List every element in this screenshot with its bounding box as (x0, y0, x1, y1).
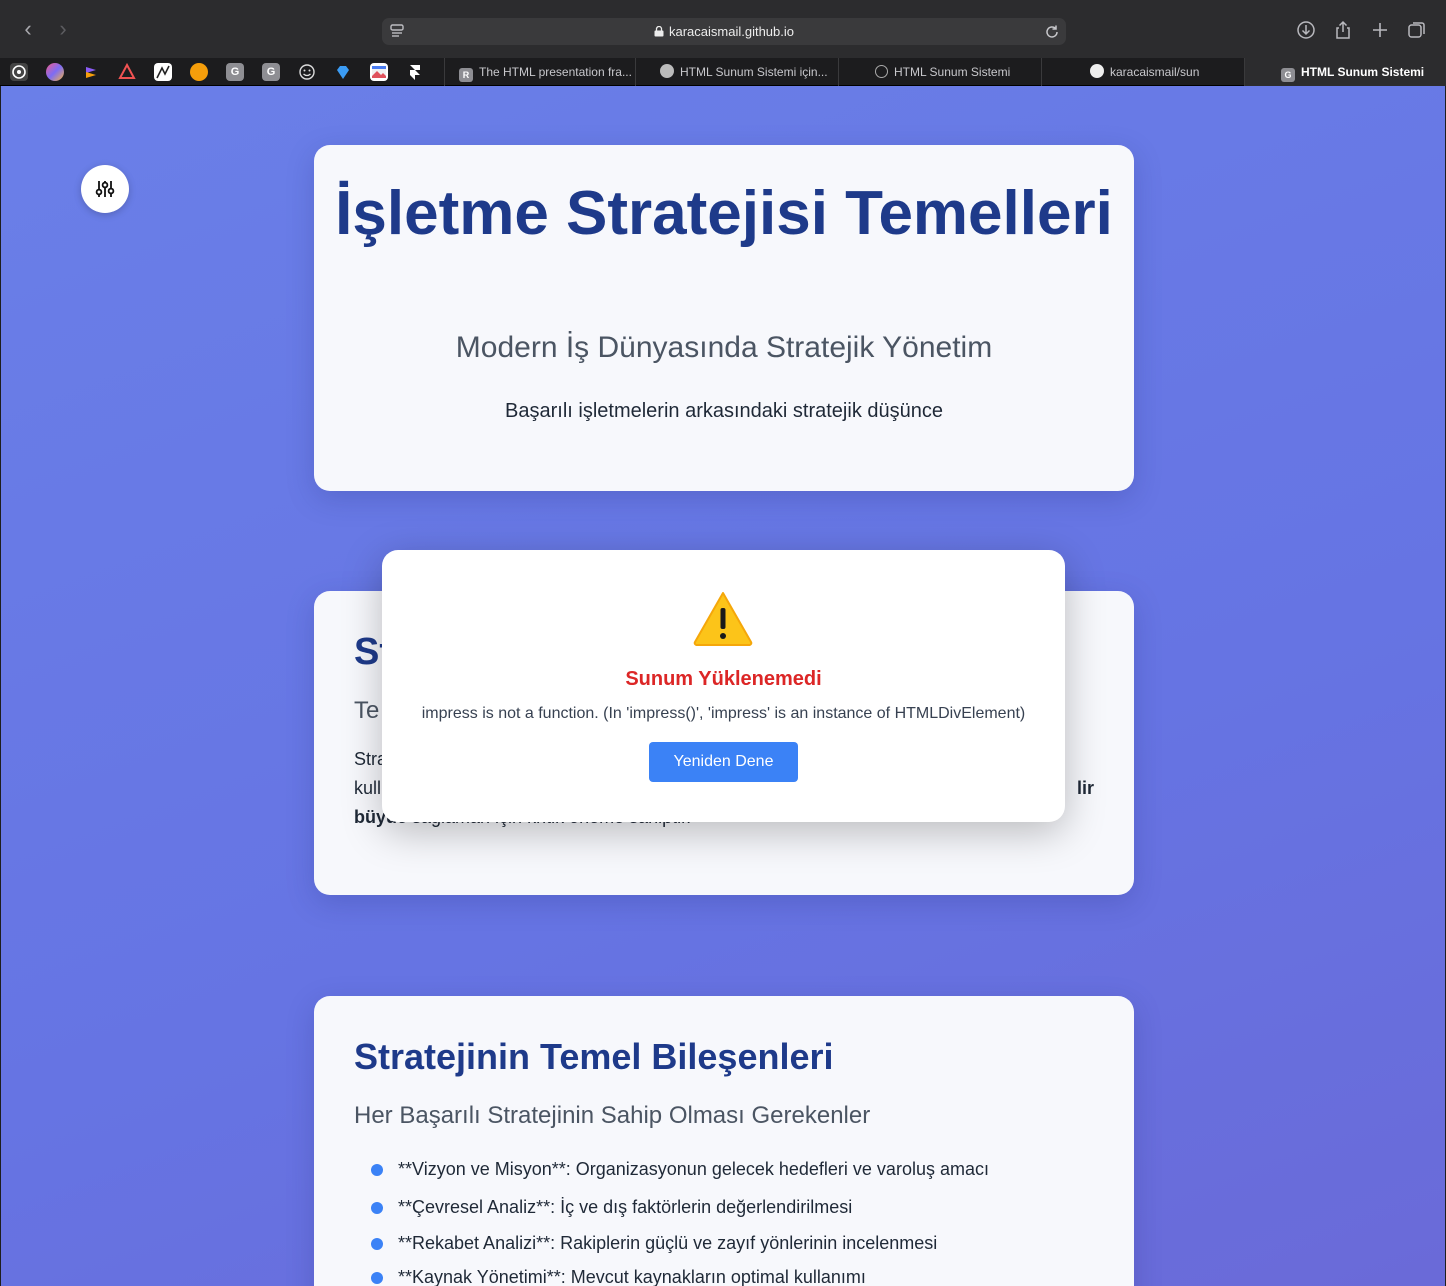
component-list: **Vizyon ve Misyon**: Organizasyonun gel… (354, 1158, 989, 1286)
slide-description: Başarılı işletmelerin arkasındaki strate… (505, 400, 943, 422)
pinned-tab-g-icon[interactable]: G (262, 63, 280, 81)
tab-github-repo[interactable]: karacaismail/sun (1041, 58, 1244, 86)
bullet-icon (371, 1202, 383, 1214)
slide-title: Stratejinin Temel Bileşenleri (354, 1036, 834, 1077)
tab-bar: G G R The HTML presentation fra... HTML S… (0, 58, 1446, 86)
presentation-page: İşletme Stratejisi Temelleri Modern İş D… (1, 86, 1445, 1286)
list-item: **Kaynak Yönetimi**: Mevcut kaynakların … (354, 1266, 989, 1286)
address-bar[interactable]: karacaismail.github.io (382, 18, 1066, 45)
bullet-icon (371, 1272, 383, 1284)
tab-active-html-sunum-sistemi[interactable]: G HTML Sunum Sistemi (1244, 58, 1446, 86)
tab-favicon: R (459, 68, 473, 82)
compass-icon (875, 65, 888, 78)
openai-icon (660, 64, 674, 78)
bullet-icon (371, 1238, 383, 1250)
pinned-tab-stack-icon[interactable] (82, 63, 100, 81)
pinned-tab-gem-icon[interactable] (334, 63, 352, 81)
pinned-tab-smiley-icon[interactable] (298, 63, 316, 81)
sliders-icon (95, 181, 115, 197)
slide-card-intro: İşletme Stratejisi Temelleri Modern İş D… (314, 145, 1134, 491)
tab-html-sunum-sistemi[interactable]: HTML Sunum Sistemi (838, 58, 1041, 86)
pinned-tab-colorful-icon[interactable] (46, 63, 64, 81)
browser-toolbar: ‹ › karacaismail.github.io (0, 0, 1446, 58)
tab-overview-icon[interactable] (1407, 20, 1427, 40)
pinned-tab-openai-icon[interactable] (10, 63, 28, 81)
slide-subtitle: Modern İş Dünyasında Stratejik Yönetim (455, 331, 993, 364)
list-item: **Rekabet Analizi**: Rakiplerin güçlü ve… (354, 1232, 989, 1266)
tab-label: karacaismail/sun (1110, 65, 1200, 79)
back-icon[interactable]: ‹ (17, 18, 39, 42)
new-tab-icon[interactable] (1370, 20, 1390, 40)
share-icon[interactable] (1333, 20, 1353, 40)
slide-card-components: Stratejinin Temel Bileşenleri Her Başarı… (314, 996, 1134, 1286)
forward-icon[interactable]: › (52, 18, 74, 42)
tab-html-presentation-framework[interactable]: R The HTML presentation fra... (444, 58, 635, 86)
pinned-tab-orange-icon[interactable] (190, 63, 208, 81)
lock-icon (654, 26, 664, 37)
retry-button[interactable]: Yeniden Dene (649, 742, 798, 782)
pinned-tab-triangle-icon[interactable] (118, 62, 136, 81)
pinned-tab-image-icon[interactable] (370, 63, 388, 81)
pinned-tab-framer-icon[interactable] (406, 63, 424, 81)
pinned-tab-graph-icon[interactable] (154, 63, 172, 81)
error-title: Sunum Yüklenemedi (625, 668, 822, 690)
tab-label: HTML Sunum Sistemi (1301, 65, 1425, 79)
github-icon (1090, 64, 1104, 78)
warning-icon (693, 592, 753, 646)
error-message: impress is not a function. (In 'impress(… (421, 705, 1026, 722)
slide-title: İşletme Stratejisi Temelleri (335, 179, 1113, 248)
tab-favicon: G (1281, 68, 1295, 82)
reload-icon[interactable] (1044, 24, 1060, 40)
settings-button[interactable] (81, 165, 129, 213)
bullet-icon (371, 1164, 383, 1176)
pinned-tab-g-icon[interactable]: G (226, 63, 244, 81)
list-item: **Çevresel Analiz**: İç ve dış faktörler… (354, 1196, 989, 1232)
tab-chatgpt[interactable]: HTML Sunum Sistemi için... (635, 58, 838, 86)
url-display: karacaismail.github.io (382, 24, 1066, 39)
tab-label: HTML Sunum Sistemi için... (680, 65, 828, 79)
list-item: **Vizyon ve Misyon**: Organizasyonun gel… (354, 1158, 989, 1196)
slide-subtitle: Her Başarılı Stratejinin Sahip Olması Ge… (354, 1102, 871, 1129)
slide-subtitle: Te (354, 697, 380, 724)
download-icon[interactable] (1296, 20, 1316, 40)
tab-label: HTML Sunum Sistemi (894, 65, 1011, 79)
url-text: karacaismail.github.io (668, 24, 794, 39)
error-modal: Sunum Yüklenemedi impress is not a funct… (382, 550, 1065, 822)
tab-label: The HTML presentation fra... (479, 65, 632, 79)
